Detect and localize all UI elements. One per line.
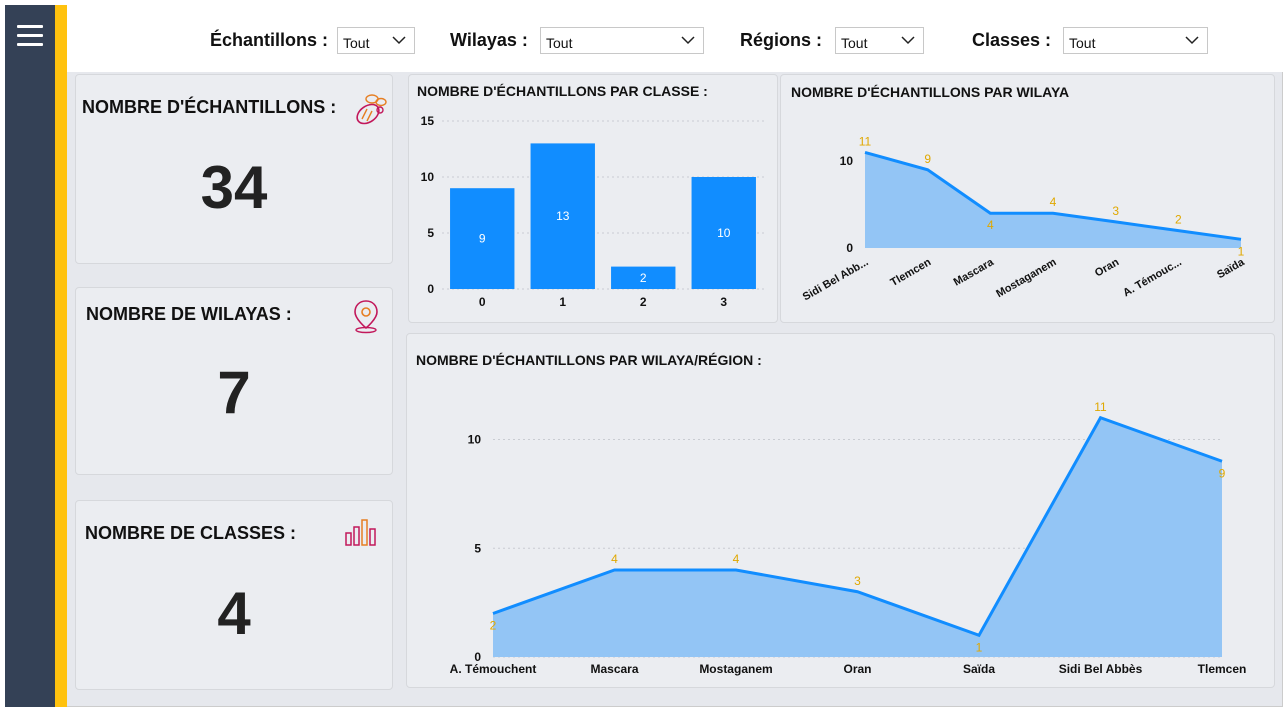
data-label: 1 (976, 640, 983, 654)
x-tick-label: A. Témouchent (450, 662, 537, 676)
data-label: 10 (717, 226, 731, 240)
data-label: 3 (854, 574, 861, 588)
kpi-title: NOMBRE D'ÉCHANTILLONS : (82, 97, 337, 117)
filter-select-echantillons[interactable]: Tout (337, 27, 415, 54)
x-tick-label: Saïda (1215, 256, 1247, 282)
filter-label-classes: Classes : (972, 30, 1052, 50)
x-tick-label: Mascara (590, 662, 638, 676)
x-tick-label: Mostaganem (994, 256, 1058, 300)
data-label: 9 (924, 152, 931, 166)
kpi-value: 34 (200, 154, 268, 221)
chevron-down-icon (681, 36, 695, 45)
data-label: 2 (490, 619, 497, 633)
area-chart: 0 10 11 Sidi Bel Abb... 9 Tlemcen 4 Mascara 4 Mos… (801, 134, 1247, 303)
hamburger-menu-icon[interactable] (17, 25, 43, 47)
y-tick-label: 0 (427, 282, 434, 296)
y-tick-label: 5 (427, 226, 434, 240)
y-tick-label: 15 (421, 114, 435, 128)
data-label: 13 (556, 209, 570, 223)
data-label: 11 (1094, 400, 1107, 414)
x-tick-label: 2 (640, 295, 647, 309)
chevron-down-icon (392, 36, 406, 45)
filter-value: Tout (841, 35, 868, 51)
x-tick-label: Tlemcen (1198, 662, 1247, 676)
location-pin-icon (354, 300, 378, 334)
filter-select-classes[interactable]: Tout (1063, 27, 1208, 54)
x-tick-label: Oran (843, 662, 871, 676)
x-tick-label: Tlemcen (889, 256, 934, 289)
x-tick-label: 1 (559, 295, 566, 309)
kpi-value: 7 (217, 359, 251, 426)
chart-card-par-classe: NOMBRE D'ÉCHANTILLONS PAR CLASSE : 0 5 10 1… (408, 74, 778, 323)
data-label: 4 (733, 552, 740, 566)
data-label: 11 (859, 134, 872, 148)
bee-icon (356, 94, 387, 125)
data-label: 2 (640, 271, 647, 285)
x-tick-label: 0 (479, 295, 486, 309)
bar-chart-icon (345, 519, 376, 546)
kpi-title: NOMBRE DE CLASSES : (85, 523, 297, 543)
sidebar (5, 5, 55, 707)
data-label: 4 (611, 552, 618, 566)
chevron-down-icon (1185, 36, 1199, 45)
chevron-down-icon (901, 36, 915, 45)
kpi-card-classes: NOMBRE DE CLASSES : 4 (75, 500, 393, 690)
x-tick-label: 3 (720, 295, 727, 309)
kpi-value: 4 (217, 580, 251, 647)
kpi-card-wilayas: NOMBRE DE WILAYAS : 7 (75, 287, 393, 475)
x-tick-label: Saïda (963, 662, 995, 676)
filter-value: Tout (546, 35, 573, 51)
chart-card-par-wilaya: NOMBRE D'ÉCHANTILLONS PAR WILAYA 0 10 11 Si… (780, 74, 1275, 323)
kpi-card-echantillons: NOMBRE D'ÉCHANTILLONS : 34 (75, 74, 393, 264)
filter-select-wilayas[interactable]: Tout (540, 27, 704, 54)
data-label: 9 (479, 232, 486, 246)
x-tick-label: A. Témouc... (1121, 256, 1184, 299)
data-label: 4 (987, 218, 994, 232)
filter-value: Tout (343, 35, 370, 51)
y-tick-label: 5 (474, 541, 481, 555)
y-tick-label: 10 (840, 154, 854, 168)
x-tick-label: Oran (1093, 256, 1121, 279)
x-tick-label: Mostaganem (699, 662, 772, 676)
data-label: 3 (1112, 204, 1119, 218)
x-tick-label: Sidi Bel Abb... (801, 256, 871, 303)
x-tick-label: Sidi Bel Abbès (1059, 662, 1143, 676)
filter-value: Tout (1069, 35, 1096, 51)
filter-label-wilayas: Wilayas : (450, 30, 528, 50)
chart-card-par-wilaya-region: NOMBRE D'ÉCHANTILLONS PAR WILAYA/RÉGION … (406, 333, 1275, 688)
y-tick-label: 10 (468, 433, 482, 447)
x-tick-label: Mascara (952, 256, 997, 289)
data-label: 2 (1175, 213, 1182, 227)
data-label: 4 (1050, 195, 1057, 209)
filter-label-regions: Régions : (740, 30, 823, 50)
y-tick-label: 0 (846, 241, 853, 255)
bar-chart: 0 5 10 15 9 0 13 1 2 2 10 3 (421, 114, 764, 309)
area-chart: 05102A. Témouchent4Mascara4Mostaganem3Or… (450, 400, 1247, 676)
area-fill (493, 417, 1222, 657)
filter-label-echantillons: Échantillons : (210, 30, 329, 50)
data-label: 9 (1219, 466, 1226, 480)
filter-select-regions[interactable]: Tout (835, 27, 924, 54)
kpi-title: NOMBRE DE WILAYAS : (86, 304, 292, 324)
accent-stripe (55, 5, 67, 707)
y-tick-label: 10 (421, 170, 435, 184)
